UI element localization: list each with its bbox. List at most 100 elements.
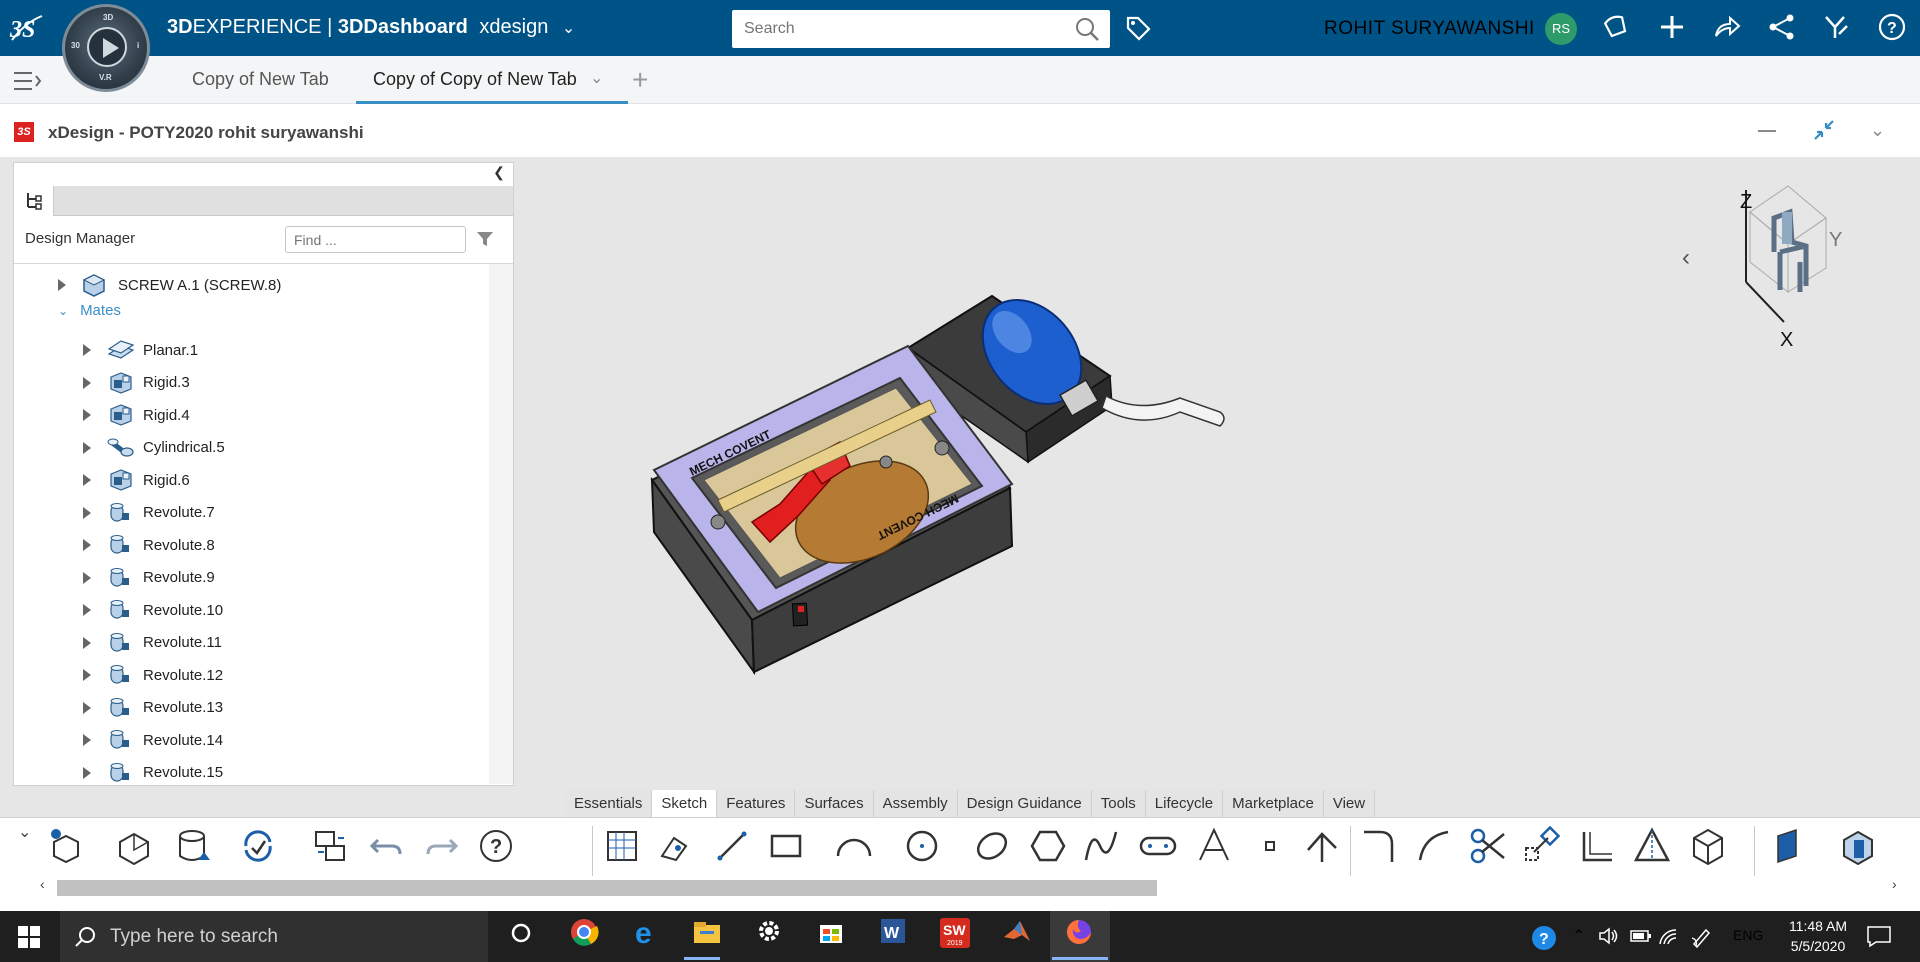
panel-collapse-icon[interactable]: ❮ [487,164,511,186]
chevron-down-icon[interactable]: ⌄ [562,20,575,37]
expand-arrow-icon[interactable] [83,506,91,519]
filter-icon[interactable] [476,230,494,253]
tab-copy-of-new-tab[interactable]: Copy of New Tab [192,69,329,90]
share-network-icon[interactable] [1766,12,1798,44]
tree-scrollbar[interactable] [489,264,513,784]
settings-icon[interactable] [748,917,790,957]
volume-icon[interactable] [1598,926,1620,951]
tree-mate-row[interactable]: Revolute.12 [83,659,225,692]
add-tab-icon[interactable]: + [632,64,648,96]
tab-surfaces[interactable]: Surfaces [795,790,874,818]
find-input[interactable] [285,226,466,253]
search-icon[interactable] [1074,16,1100,47]
compass-widget[interactable]: 3D 30 i V.R [62,4,150,92]
tree-mate-row[interactable]: Revolute.14 [83,724,225,757]
3d-model[interactable]: MECH COVENT MECH COVENT [640,290,1240,680]
tree-mate-row[interactable]: Revolute.7 [83,497,225,530]
user-avatar[interactable]: RS [1545,13,1577,45]
minimize-icon[interactable] [1758,130,1776,132]
wifi-icon[interactable] [1658,926,1680,951]
undo-icon[interactable] [366,826,406,866]
save-icon[interactable] [174,826,214,866]
tree-mate-row[interactable]: Cylindrical.5 [83,432,225,465]
spline-icon[interactable] [1082,826,1122,866]
3d-sketch-icon[interactable] [1688,826,1728,866]
notifications-icon[interactable] [1866,924,1892,953]
tree-mates-folder[interactable]: ⌄ Mates [58,302,121,319]
expand-arrow-icon[interactable] [83,766,91,779]
polygon-icon[interactable] [1028,826,1068,866]
text-icon[interactable] [1194,826,1234,866]
point-icon[interactable] [1250,826,1290,866]
solidworks-icon[interactable]: SW 2019 [934,917,976,957]
tab-essentials[interactable]: Essentials [565,790,653,818]
expand-arrow-icon[interactable] [83,539,91,552]
arc-icon[interactable] [834,826,874,866]
tree-mate-row[interactable]: Revolute.10 [83,594,225,627]
expand-arrow-icon[interactable] [83,734,91,747]
app-options-chevron-icon[interactable]: ⌄ [1870,120,1885,141]
compare-icon[interactable] [310,826,350,866]
tab-assembly[interactable]: Assembly [873,790,958,818]
tab-tools[interactable]: Tools [1091,790,1146,818]
user-name[interactable]: ROHIT SURYAWANSHI [1324,18,1535,40]
cortana-icon[interactable] [500,917,542,957]
help-tray-icon[interactable]: ? [1530,924,1558,957]
expand-arrow-icon[interactable] [83,604,91,617]
view-cube[interactable]: Z Y X [1730,182,1870,352]
compass-play-icon[interactable] [87,27,127,67]
sync-icon[interactable] [238,826,278,866]
tree-mate-row[interactable]: Rigid.4 [83,399,225,432]
tree-mate-row[interactable]: Revolute.8 [83,529,225,562]
tree-mate-row[interactable]: Rigid.6 [83,464,225,497]
move-entity-icon[interactable] [1522,825,1562,866]
notification-icon[interactable] [1600,12,1632,44]
rectangle-icon[interactable] [768,826,808,866]
search-box[interactable] [732,10,1110,48]
help-question-icon[interactable]: ? [478,826,518,866]
firefox-icon[interactable] [1058,917,1100,957]
circle-icon[interactable] [902,826,942,866]
tab-copy-of-copy-of-new-tab[interactable]: Copy of Copy of New Tab [373,69,577,90]
chevron-down-icon[interactable]: ⌄ [58,304,68,318]
plane-icon[interactable] [1770,826,1810,866]
windows-start-icon[interactable] [18,926,40,953]
section-view-icon[interactable] [1838,826,1878,866]
tree-icon[interactable] [14,186,54,216]
search-input[interactable] [732,10,1052,48]
redo-icon[interactable] [422,826,462,866]
show-hidden-icons-icon[interactable]: ⌃ [1572,926,1585,946]
scroll-right-icon[interactable]: › [1892,876,1897,892]
tree-mate-row[interactable]: Rigid.3 [83,367,225,400]
expand-arrow-icon[interactable] [83,409,91,422]
insert-part-icon[interactable] [114,826,154,866]
construction-icon[interactable] [1302,826,1342,866]
expand-arrow-icon[interactable] [83,376,91,389]
tab-sketch[interactable]: Sketch [652,790,718,818]
tree-mate-row[interactable]: Planar.1 [83,334,225,367]
taskbar-search[interactable]: Type here to search [60,911,488,962]
sketch-pen-icon[interactable] [656,826,696,866]
store-icon[interactable] [810,917,852,957]
tab-view[interactable]: View [1323,790,1376,818]
dassault-logo[interactable]: 3S [8,10,44,46]
add-icon[interactable] [1656,12,1688,44]
expand-arrow-icon[interactable] [83,669,91,682]
line-icon[interactable] [712,826,752,866]
ellipse-icon[interactable] [972,826,1012,866]
pen-icon[interactable] [1690,926,1712,953]
expand-arrow-icon[interactable] [83,344,91,357]
expand-arrow-icon[interactable] [83,701,91,714]
sketch-arc-icon[interactable] [1414,826,1454,866]
trim-icon[interactable] [1468,826,1508,866]
new-part-icon[interactable] [46,826,86,866]
file-explorer-icon[interactable] [686,917,728,957]
tree-mate-row[interactable]: Revolute.9 [83,562,225,595]
tree-mate-row[interactable]: Revolute.13 [83,692,225,725]
tree-mate-row[interactable]: Revolute.15 [83,757,225,790]
tab-menu-chevron-icon[interactable]: ⌄ [590,68,603,88]
clock[interactable]: 11:48 AM 5/5/2020 [1773,916,1863,956]
sketch-grid-icon[interactable] [602,826,642,866]
menu-icon[interactable] [12,70,42,97]
edge-icon[interactable]: e [625,917,667,957]
